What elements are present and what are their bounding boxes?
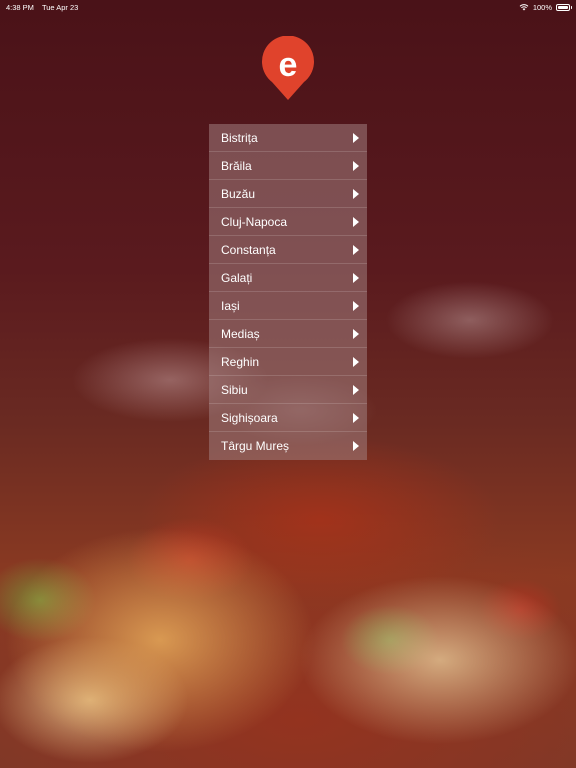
city-item-label: Târgu Mureș <box>221 439 290 453</box>
chevron-right-icon <box>353 328 359 339</box>
chevron-right-icon <box>353 132 359 143</box>
city-item[interactable]: Brăila <box>209 152 367 180</box>
city-item[interactable]: Galați <box>209 264 367 292</box>
city-item-label: Iași <box>221 298 240 313</box>
city-item[interactable]: Reghin <box>209 348 367 376</box>
chevron-right-icon <box>353 441 359 451</box>
city-item[interactable]: Târgu Mureș <box>209 432 367 460</box>
logo-letter: e <box>279 46 298 84</box>
city-item[interactable]: Sighișoara <box>209 404 367 432</box>
chevron-right-icon <box>353 384 359 395</box>
city-item-label: Sighișoara <box>221 410 278 425</box>
wifi-icon <box>519 4 529 11</box>
status-date: Tue Apr 23 <box>41 2 79 12</box>
status-right: 100% <box>519 2 572 12</box>
chevron-right-icon <box>353 216 359 227</box>
city-item-label: Reghin <box>221 354 260 369</box>
chevron-right-icon <box>353 356 359 367</box>
chevron-right-icon <box>353 160 359 171</box>
city-item-label: Mediaș <box>221 326 260 341</box>
city-item[interactable]: Constanța <box>209 236 367 264</box>
app-logo: e <box>262 36 314 100</box>
city-item-label: Sibiu <box>221 382 248 397</box>
battery-percent: 100% <box>532 2 552 12</box>
chevron-right-icon <box>353 412 359 423</box>
battery-icon <box>556 3 572 11</box>
status-bar: 4:38 PM Tue Apr 23 100% <box>0 0 576 14</box>
chevron-right-icon <box>353 188 359 199</box>
city-item-label: Brăila <box>221 158 252 173</box>
chevron-right-icon <box>353 300 359 311</box>
city-item-label: Buzău <box>221 186 256 201</box>
city-item[interactable]: Mediaș <box>209 320 367 348</box>
city-item[interactable]: Bistrița <box>209 124 367 152</box>
city-item[interactable]: Iași <box>209 292 367 320</box>
city-item[interactable]: Cluj-Napoca <box>209 208 367 236</box>
city-item-label: Constanța <box>221 242 276 257</box>
chevron-right-icon <box>353 272 359 283</box>
city-item[interactable]: Buzău <box>209 180 367 208</box>
city-item-label: Bistrița <box>221 130 258 145</box>
city-item-label: Cluj-Napoca <box>221 214 288 229</box>
city-item-label: Galați <box>221 270 253 285</box>
status-time: 4:38 PM <box>6 2 34 12</box>
city-item[interactable]: Sibiu <box>209 376 367 404</box>
chevron-right-icon <box>353 244 359 255</box>
city-list: Bistrița Brăila Buzău Cluj-Napoca Constanța G… <box>209 124 367 460</box>
